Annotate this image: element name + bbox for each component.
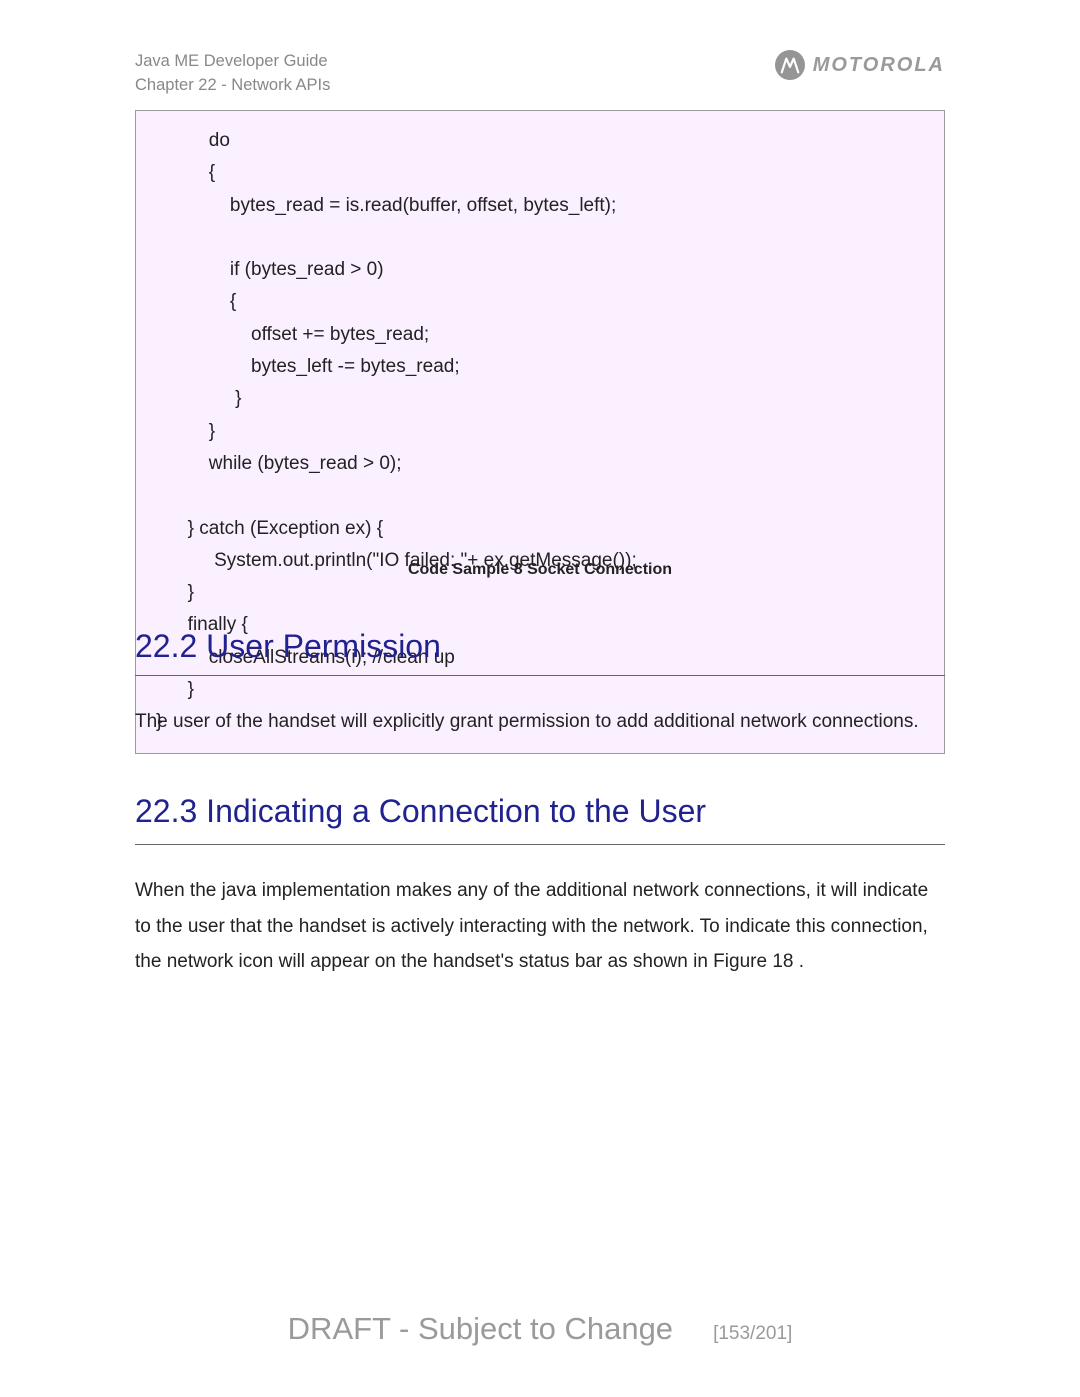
- page-number: [153/201]: [713, 1323, 792, 1345]
- doc-title: Java ME Developer Guide: [135, 50, 330, 74]
- chapter-title: Chapter 22 - Network APIs: [135, 74, 330, 98]
- header-text: Java ME Developer Guide Chapter 22 - Net…: [135, 50, 330, 98]
- heading-22-2: 22.2 User Permission: [135, 628, 945, 676]
- motorola-icon: [775, 50, 805, 80]
- body-22-3: When the java implementation makes any o…: [135, 873, 945, 978]
- section-indicating-connection: 22.3 Indicating a Connection to the User…: [135, 788, 945, 979]
- heading-22-3: 22.3 Indicating a Connection to the User: [135, 788, 945, 845]
- code-caption: Code Sample 8 Socket Connection: [135, 561, 945, 579]
- brand-text: MOTOROLA: [813, 54, 945, 77]
- brand-logo: MOTOROLA: [775, 50, 945, 80]
- draft-watermark: DRAFT - Subject to Change: [288, 1311, 673, 1347]
- page-header: Java ME Developer Guide Chapter 22 - Net…: [135, 50, 945, 98]
- body-22-2: The user of the handset will explicitly …: [135, 704, 945, 739]
- page-footer: DRAFT - Subject to Change [153/201]: [135, 1311, 945, 1347]
- section-user-permission: 22.2 User Permission The user of the han…: [135, 628, 945, 739]
